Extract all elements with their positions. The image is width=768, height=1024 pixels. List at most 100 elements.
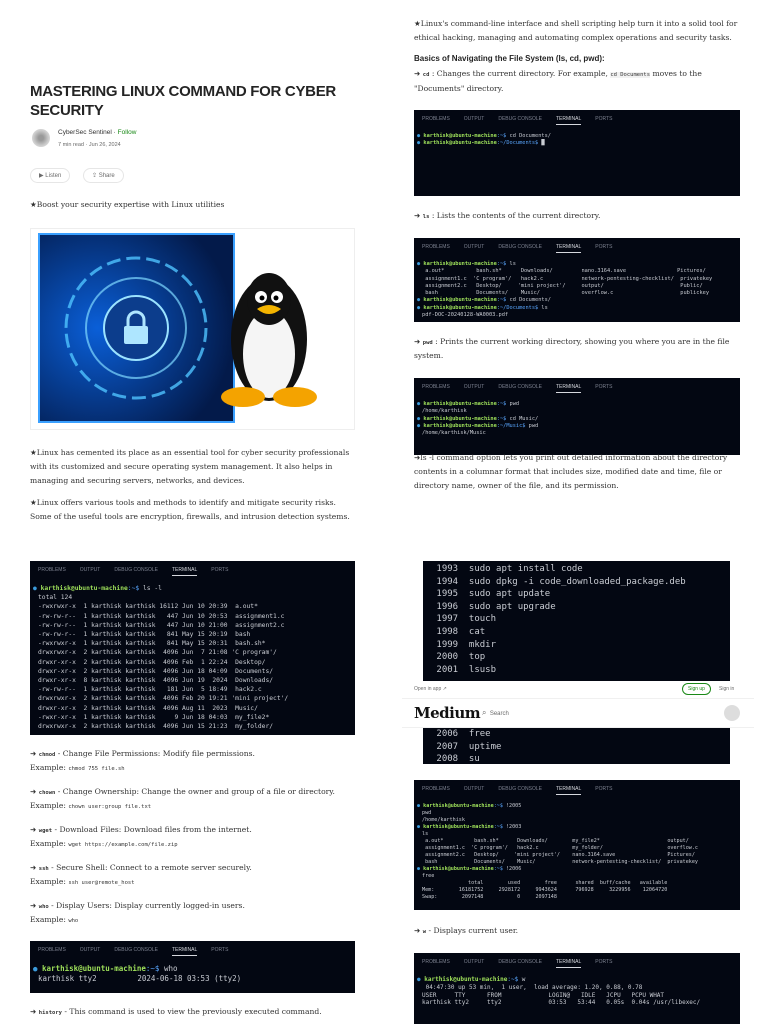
terminal-output-line: 2008 su <box>431 754 480 764</box>
terminal-tabs: PROBLEMS OUTPUT DEBUG CONSOLE TERMINAL PORTS <box>30 941 355 956</box>
example-code: chown user:group file.txt <box>68 804 152 810</box>
prompt-path: :~$ <box>493 866 503 872</box>
prompt-user: karthisk@ubuntu-machine <box>423 261 497 267</box>
sign-in-link[interactable]: Sign in <box>719 686 734 692</box>
prompt-path: :~$ <box>507 976 519 983</box>
status-dot-icon: ● <box>417 422 421 429</box>
command-desc: - Download Files: Download files from th… <box>52 825 252 834</box>
terminal-tabs: PROBLEMS OUTPUT DEBUG CONSOLE TERMINAL PORTS <box>414 378 740 393</box>
terminal-output-line: 2006 free <box>431 729 491 739</box>
tab-ports[interactable]: PORTS <box>211 947 228 956</box>
follow-link[interactable]: Follow <box>118 129 137 136</box>
listen-button[interactable]: ▶ Listen <box>30 168 71 183</box>
prompt-user: karthisk@ubuntu-machine <box>423 297 497 304</box>
tab-output[interactable]: OUTPUT <box>464 959 485 968</box>
tab-output[interactable]: OUTPUT <box>464 244 485 253</box>
share-button[interactable]: ⇪ Share <box>83 168 124 183</box>
paragraph-2: ★Linux offers various tools and methods … <box>30 498 350 521</box>
tab-ports[interactable]: PORTS <box>595 786 612 795</box>
author-name[interactable]: CyberSec Sentinel <box>58 129 112 136</box>
tab-debug-console[interactable]: DEBUG CONSOLE <box>498 384 542 393</box>
terminal-output-line: 1997 touch <box>431 614 497 625</box>
prompt-path: :~$ <box>496 401 507 407</box>
avatar-icon[interactable] <box>724 705 740 721</box>
tab-terminal[interactable]: TERMINAL <box>555 384 582 393</box>
tab-terminal[interactable]: TERMINAL <box>171 947 198 956</box>
article-title: MASTERING LINUX COMMAND FOR CYBER SECURI… <box>30 83 336 119</box>
terminal-output-line: bash Documents/ Music/ network-pentestin… <box>422 859 699 865</box>
tab-ports[interactable]: PORTS <box>595 384 612 393</box>
terminal-tabs: PROBLEMS OUTPUT DEBUG CONSOLE TERMINAL PORTS <box>414 780 740 795</box>
tab-terminal[interactable]: TERMINAL <box>555 959 582 968</box>
tab-debug-console[interactable]: DEBUG CONSOLE <box>498 786 542 795</box>
tab-terminal[interactable]: TERMINAL <box>171 567 198 576</box>
terminal-history: 1993 sudo apt install code 1994 sudo dpk… <box>423 561 730 681</box>
terminal-ls-l: PROBLEMS OUTPUT DEBUG CONSOLE TERMINAL PORTS… <box>30 561 355 735</box>
tab-debug-console[interactable]: DEBUG CONSOLE <box>114 567 158 576</box>
status-dot-icon: ● <box>417 415 421 422</box>
command-chown-description: ➜ chown - Change Ownership: Change the o… <box>30 785 335 799</box>
search-input[interactable]: ⌕ Search <box>482 708 509 718</box>
tab-problems[interactable]: PROBLEMS <box>422 116 450 125</box>
command-wget-example: Example: wget https://example.com/file.z… <box>30 837 178 852</box>
open-in-app-link[interactable]: Open in app ↗ <box>414 686 447 692</box>
tab-problems[interactable]: PROBLEMS <box>38 947 66 956</box>
tab-debug-console[interactable]: DEBUG CONSOLE <box>498 959 542 968</box>
tab-problems[interactable]: PROBLEMS <box>422 959 450 968</box>
prompt-user: karthisk@ubuntu-machine <box>423 824 494 830</box>
command-desc: - Display Users: Display currently logge… <box>48 901 245 910</box>
prompt-path: :~/Documents$ <box>496 304 539 311</box>
tab-debug-console[interactable]: DEBUG CONSOLE <box>498 116 542 125</box>
tab-debug-console[interactable]: DEBUG CONSOLE <box>498 244 542 253</box>
arrow-icon: ➜ <box>30 1007 37 1016</box>
tab-problems[interactable]: PROBLEMS <box>38 567 66 576</box>
terminal-output-line: 2007 uptime <box>431 741 502 752</box>
author-avatar[interactable] <box>32 129 50 147</box>
tab-output[interactable]: OUTPUT <box>464 384 485 393</box>
prompt-path: :~/Documents$ <box>496 140 539 146</box>
tab-output[interactable]: OUTPUT <box>80 947 101 956</box>
terminal-output-line: assignment1.c 'C program'/ hack2.c my_fo… <box>422 845 699 851</box>
tab-ports[interactable]: PORTS <box>211 567 228 576</box>
tab-problems[interactable]: PROBLEMS <box>422 384 450 393</box>
status-dot-icon: ● <box>417 824 421 830</box>
tab-terminal[interactable]: TERMINAL <box>555 786 582 795</box>
tab-ports[interactable]: PORTS <box>595 244 612 253</box>
terminal-tabs: PROBLEMS OUTPUT DEBUG CONSOLE TERMINAL PORTS <box>414 110 740 125</box>
tab-ports[interactable]: PORTS <box>595 116 612 125</box>
terminal-output-line: a.out* bash.sh* Downloads/ my_file2* out… <box>422 838 689 844</box>
terminal-tabs: PROBLEMS OUTPUT DEBUG CONSOLE TERMINAL PORTS <box>30 561 355 576</box>
prompt-command: cd Documents/ <box>506 297 551 304</box>
command-name: history <box>38 1010 62 1016</box>
medium-logo[interactable]: Medium <box>414 704 481 722</box>
terminal-prompt-line: ● karthisk@ubuntu-machine:~$ pwd <box>414 401 740 408</box>
terminal-output-line: ls <box>422 831 429 837</box>
terminal-ls: PROBLEMS OUTPUT DEBUG CONSOLE TERMINAL PORTS… <box>414 238 740 322</box>
command-wget-description: ➜ wget - Download Files: Download files … <box>30 823 252 837</box>
tab-debug-console[interactable]: DEBUG CONSOLE <box>114 947 158 956</box>
example-code: chmod 755 file.sh <box>68 766 125 772</box>
tab-ports[interactable]: PORTS <box>595 959 612 968</box>
read-time: 7 min read <box>58 142 84 148</box>
terminal-output-line: 04:47:30 up 53 min, 1 user, load average… <box>422 983 643 991</box>
terminal-output-line: drwxrwxr-x 2 karthisk karthisk 4096 Jun … <box>38 723 274 731</box>
separator: · <box>85 142 88 148</box>
example-label: Example: <box>30 877 69 886</box>
tab-problems[interactable]: PROBLEMS <box>422 786 450 795</box>
terminal-output-line: bash Documents/ Music/ overflow.c public… <box>422 290 710 297</box>
sign-up-button[interactable]: Sign up <box>682 683 711 695</box>
terminal-output-line: a.out* bash.sh* Downloads/ nano.3164.sav… <box>422 268 706 275</box>
tab-terminal[interactable]: TERMINAL <box>555 116 582 125</box>
terminal-free: PROBLEMS OUTPUT DEBUG CONSOLE TERMINAL PORTS… <box>414 780 740 910</box>
tab-output[interactable]: OUTPUT <box>464 116 485 125</box>
tab-output[interactable]: OUTPUT <box>464 786 485 795</box>
tab-output[interactable]: OUTPUT <box>80 567 101 576</box>
tab-terminal[interactable]: TERMINAL <box>555 244 582 253</box>
text: : Lists the contents of the current dire… <box>429 211 601 220</box>
tab-problems[interactable]: PROBLEMS <box>422 244 450 253</box>
arrow-icon: ➜ <box>30 749 37 758</box>
w-description: ➜ w - Displays current user. <box>414 924 518 938</box>
prompt-path: :~$ <box>493 803 503 809</box>
prompt-user: karthisk@ubuntu-machine <box>42 964 146 973</box>
terminal-output-line: -rwxr-xr-x 1 karthisk karthisk 9 Jun 18 … <box>38 713 270 721</box>
